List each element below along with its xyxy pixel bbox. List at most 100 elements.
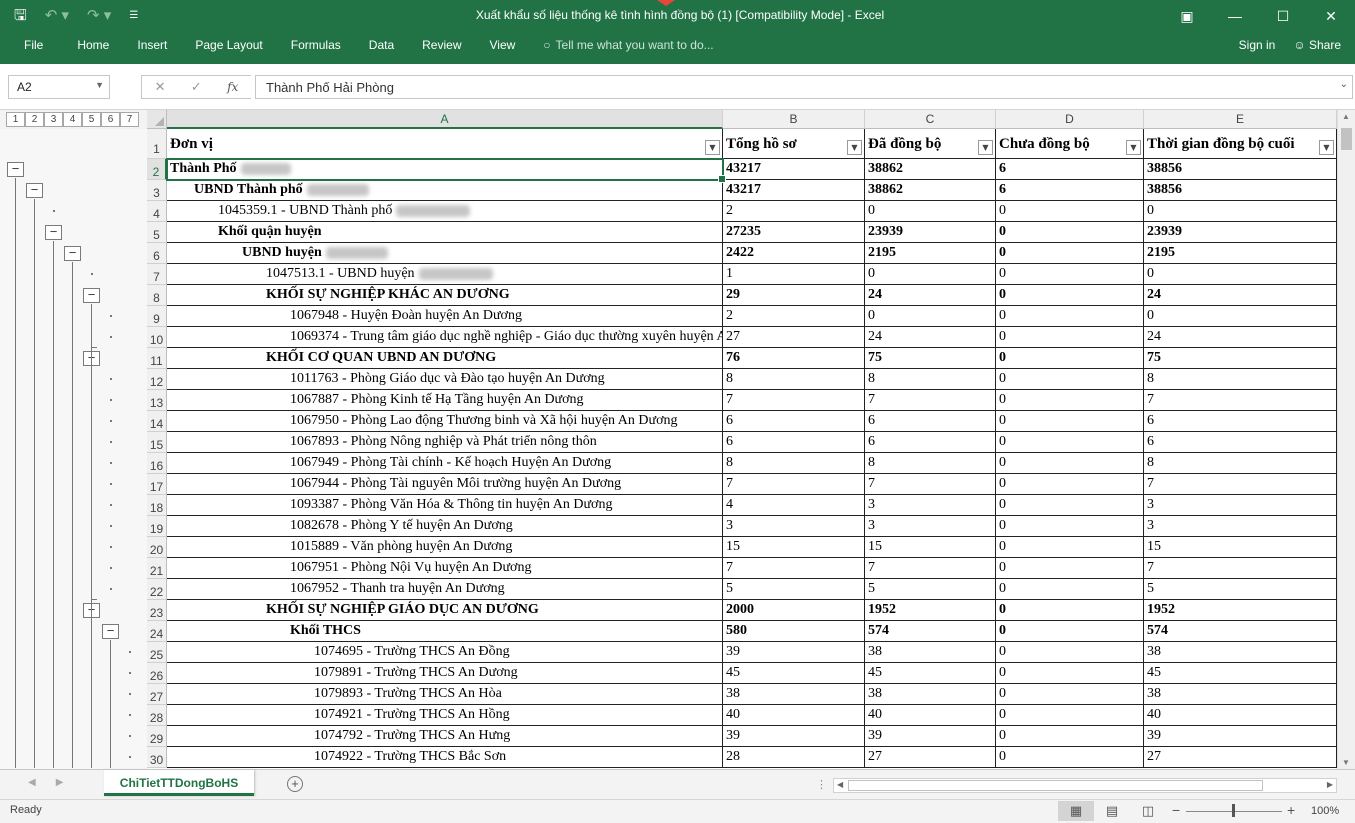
row-header[interactable]: 15	[147, 432, 167, 453]
row-header[interactable]: 11	[147, 348, 167, 369]
cell[interactable]: 1093387 - Phòng Văn Hóa & Thông tin huyệ…	[167, 495, 723, 516]
cell[interactable]: UBND huyện	[167, 243, 723, 264]
cell[interactable]: 40	[865, 705, 996, 726]
cell[interactable]: 1011763 - Phòng Giáo dục và Đào tạo huyệ…	[167, 369, 723, 390]
cell[interactable]: 0	[996, 327, 1144, 348]
cell[interactable]: 39	[1144, 726, 1337, 747]
cell[interactable]: Chưa đồng bộ ▼	[996, 129, 1144, 159]
cell[interactable]: Đơn vị ▼	[167, 129, 723, 159]
cell[interactable]: KHỐI SỰ NGHIỆP GIÁO DỤC AN DƯƠNG	[167, 600, 723, 621]
horizontal-scrollbar[interactable]: ◀ ▶	[833, 778, 1337, 793]
outline-level-4[interactable]: 4	[63, 112, 82, 127]
cell[interactable]: 1067949 - Phòng Tài chính - Kế hoạch Huy…	[167, 453, 723, 474]
tab-split-handle-icon[interactable]: ⋮	[816, 778, 827, 791]
cell[interactable]: 15	[865, 537, 996, 558]
chevron-down-icon[interactable]: ▼	[95, 80, 104, 90]
filter-dropdown-icon[interactable]: ▼	[847, 140, 862, 155]
cell[interactable]: 38	[865, 684, 996, 705]
cell[interactable]: 24	[1144, 327, 1337, 348]
page-layout-view-icon[interactable]: ▤	[1094, 801, 1130, 821]
zoom-in-icon[interactable]: +	[1287, 802, 1295, 818]
cell[interactable]: 38	[1144, 642, 1337, 663]
cell[interactable]: UBND Thành phố	[167, 180, 723, 201]
row-header[interactable]: 19	[147, 516, 167, 537]
cell[interactable]: 3	[723, 516, 865, 537]
cell[interactable]: 24	[865, 327, 996, 348]
cell[interactable]: 0	[996, 747, 1144, 768]
cell[interactable]: 6	[996, 159, 1144, 180]
row-header[interactable]: 1	[147, 129, 167, 159]
scroll-right-icon[interactable]: ▶	[1327, 780, 1333, 789]
row-header[interactable]: 14	[147, 411, 167, 432]
collapse-group-icon[interactable]: −	[102, 624, 119, 639]
cell[interactable]: 1067887 - Phòng Kinh tế Hạ Tầng huyện An…	[167, 390, 723, 411]
column-header-e[interactable]: E	[1144, 110, 1337, 129]
cell[interactable]: 0	[996, 222, 1144, 243]
cell[interactable]: 27235	[723, 222, 865, 243]
add-sheet-button[interactable]: +	[287, 776, 303, 792]
vertical-scrollbar[interactable]: ▲ ▼	[1337, 110, 1355, 769]
cell[interactable]: 1082678 - Phòng Y tế huyện An Dương	[167, 516, 723, 537]
cell[interactable]: 0	[996, 348, 1144, 369]
cell[interactable]: 75	[1144, 348, 1337, 369]
column-header-c[interactable]: C	[865, 110, 996, 129]
normal-view-icon[interactable]: ▦	[1058, 801, 1094, 821]
cell[interactable]: 7	[1144, 558, 1337, 579]
cell[interactable]: 0	[996, 243, 1144, 264]
cell[interactable]: 2195	[1144, 243, 1337, 264]
tab-file[interactable]: File	[0, 34, 63, 56]
cell[interactable]: KHỐI SỰ NGHIỆP KHÁC AN DƯƠNG	[167, 285, 723, 306]
cell[interactable]: 0	[996, 411, 1144, 432]
zoom-slider-thumb[interactable]	[1232, 804, 1235, 817]
cell[interactable]: Thời gian đồng bộ cuối ▼	[1144, 129, 1337, 159]
cell[interactable]: Tổng hồ sơ ▼	[723, 129, 865, 159]
cell[interactable]: 5	[1144, 579, 1337, 600]
tell-me-box[interactable]: ○ Tell me what you want to do...	[543, 38, 713, 52]
cell[interactable]: 1952	[865, 600, 996, 621]
column-header-d[interactable]: D	[996, 110, 1144, 129]
cell[interactable]: 38856	[1144, 180, 1337, 201]
cell[interactable]: 8	[723, 369, 865, 390]
cell[interactable]: 27	[723, 327, 865, 348]
page-break-preview-icon[interactable]: ◫	[1130, 801, 1166, 821]
cell[interactable]: 76	[723, 348, 865, 369]
cell[interactable]: 1015889 - Văn phòng huyện An Dương	[167, 537, 723, 558]
row-header[interactable]: 24	[147, 621, 167, 642]
tab-formulas[interactable]: Formulas	[277, 34, 355, 56]
outline-level-5[interactable]: 5	[82, 112, 101, 127]
cell[interactable]: 2195	[865, 243, 996, 264]
cell[interactable]: 23939	[1144, 222, 1337, 243]
cell[interactable]: 0	[996, 390, 1144, 411]
filter-dropdown-icon[interactable]: ▼	[1126, 140, 1141, 155]
scroll-left-icon[interactable]: ◀	[837, 780, 843, 789]
row-header[interactable]: 4	[147, 201, 167, 222]
outline-level-7[interactable]: 7	[120, 112, 139, 127]
cell[interactable]: 1074792 - Trường THCS An Hưng	[167, 726, 723, 747]
cell[interactable]: 0	[996, 495, 1144, 516]
cell[interactable]: 574	[1144, 621, 1337, 642]
cell[interactable]: 38862	[865, 180, 996, 201]
row-header[interactable]: 7	[147, 264, 167, 285]
cell[interactable]: 43217	[723, 180, 865, 201]
cell[interactable]: 1067893 - Phòng Nông nghiệp và Phát triể…	[167, 432, 723, 453]
cell[interactable]: 0	[996, 264, 1144, 285]
filter-dropdown-icon[interactable]: ▼	[1319, 140, 1334, 155]
row-header[interactable]: 25	[147, 642, 167, 663]
cell[interactable]: 28	[723, 747, 865, 768]
minimize-icon[interactable]: —	[1211, 0, 1259, 32]
cell[interactable]: 5	[865, 579, 996, 600]
cell[interactable]: 6	[996, 180, 1144, 201]
cell[interactable]: Khối THCS	[167, 621, 723, 642]
row-header[interactable]: 21	[147, 558, 167, 579]
cell[interactable]: 38856	[1144, 159, 1337, 180]
cell[interactable]: 40	[1144, 705, 1337, 726]
cell[interactable]: 45	[723, 663, 865, 684]
horizontal-scroll-thumb[interactable]	[848, 780, 1263, 791]
row-header[interactable]: 22	[147, 579, 167, 600]
cell[interactable]: 45	[1144, 663, 1337, 684]
cell[interactable]: Thành Phố	[167, 159, 723, 180]
cell[interactable]: 1045359.1 - UBND Thành phố	[167, 201, 723, 222]
cell[interactable]: 7	[1144, 390, 1337, 411]
cell[interactable]: 2	[723, 201, 865, 222]
outline-level-6[interactable]: 6	[101, 112, 120, 127]
